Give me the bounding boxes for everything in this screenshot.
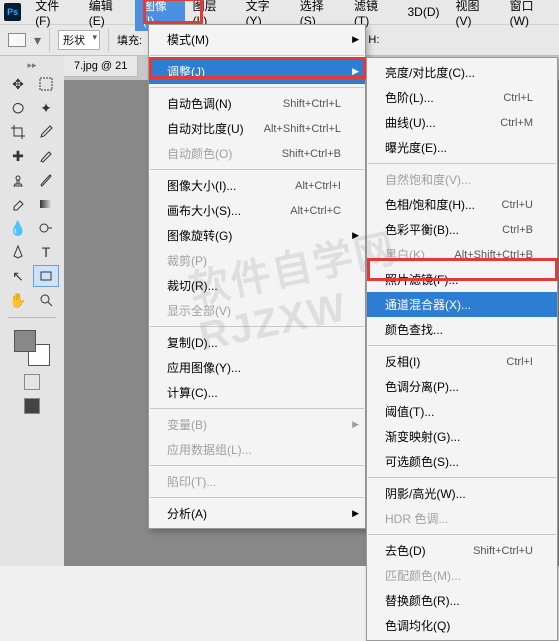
gradient-tool[interactable] xyxy=(33,193,59,215)
menu-image-size[interactable]: 图像大小(I)...Alt+Ctrl+I xyxy=(149,173,365,198)
quickmask-icon[interactable] xyxy=(24,374,40,390)
adj-curves[interactable]: 曲线(U)...Ctrl+M xyxy=(367,110,557,135)
menu-duplicate[interactable]: 复制(D)... xyxy=(149,330,365,355)
menu-auto-tone[interactable]: 自动色调(N)Shift+Ctrl+L xyxy=(149,91,365,116)
adj-selective-color[interactable]: 可选颜色(S)... xyxy=(367,449,557,474)
height-label: H: xyxy=(368,34,379,46)
menu-trap[interactable]: 陷印(T)... xyxy=(149,469,365,494)
crop-tool[interactable] xyxy=(5,121,31,143)
menu-file[interactable]: 文件(F) xyxy=(27,0,81,31)
menu-calculations[interactable]: 计算(C)... xyxy=(149,380,365,405)
adj-photo-filter[interactable]: 照片滤镜(F)... xyxy=(367,267,557,292)
menu-auto-color[interactable]: 自动颜色(O)Shift+Ctrl+B xyxy=(149,141,365,166)
app-icon: Ps xyxy=(4,3,21,21)
menu-trim[interactable]: 裁切(R)... xyxy=(149,273,365,298)
wand-tool[interactable]: ✦ xyxy=(33,97,59,119)
foreground-color[interactable] xyxy=(14,330,36,352)
adj-levels[interactable]: 色阶(L)...Ctrl+L xyxy=(367,85,557,110)
menu-view[interactable]: 视图(V) xyxy=(447,0,501,31)
eyedropper-tool[interactable] xyxy=(33,121,59,143)
menu-variables[interactable]: 变量(B)▶ xyxy=(149,412,365,437)
adj-posterize[interactable]: 色调分离(P)... xyxy=(367,374,557,399)
screenmode-icon[interactable] xyxy=(24,398,40,414)
stamp-tool[interactable] xyxy=(5,169,31,191)
adj-replace-color[interactable]: 替换颜色(R)... xyxy=(367,588,557,613)
type-tool[interactable]: T xyxy=(33,241,59,263)
menu-apply-data[interactable]: 应用数据组(L)... xyxy=(149,437,365,462)
menu-crop[interactable]: 裁剪(P) xyxy=(149,248,365,273)
adj-hdr[interactable]: HDR 色调... xyxy=(367,506,557,531)
tools-panel: ▸▸ ✥ ✦ ✚ 💧 T xyxy=(0,56,64,566)
adj-color-balance[interactable]: 色彩平衡(B)...Ctrl+B xyxy=(367,217,557,242)
adjustments-submenu: 亮度/对比度(C)... 色阶(L)...Ctrl+L 曲线(U)...Ctrl… xyxy=(366,57,558,641)
marquee-tool[interactable] xyxy=(33,73,59,95)
adj-color-lookup[interactable]: 颜色查找... xyxy=(367,317,557,342)
menu-3d[interactable]: 3D(D) xyxy=(399,2,447,22)
menu-canvas-size[interactable]: 画布大小(S)...Alt+Ctrl+C xyxy=(149,198,365,223)
menu-mode[interactable]: 模式(M)▶ xyxy=(149,27,365,52)
move-tool[interactable]: ✥ xyxy=(5,73,31,95)
adj-vibrance[interactable]: 自然饱和度(V)... xyxy=(367,167,557,192)
adj-desaturate[interactable]: 去色(D)Shift+Ctrl+U xyxy=(367,538,557,563)
adj-bw[interactable]: 黑白(K)...Alt+Shift+Ctrl+B xyxy=(367,242,557,267)
menu-auto-contrast[interactable]: 自动对比度(U)Alt+Shift+Ctrl+L xyxy=(149,116,365,141)
adj-invert[interactable]: 反相(I)Ctrl+I xyxy=(367,349,557,374)
separator xyxy=(108,28,109,52)
menubar: Ps 文件(F) 编辑(E) 图像(I) 图层(L) 文字(Y) 选择(S) 滤… xyxy=(0,0,559,24)
menu-image-rotation[interactable]: 图像旋转(G)▶ xyxy=(149,223,365,248)
color-swatches[interactable] xyxy=(14,330,50,366)
adj-hue[interactable]: 色相/饱和度(H)...Ctrl+U xyxy=(367,192,557,217)
mode-dropdown[interactable]: 形状 xyxy=(58,30,100,50)
chevron-down-icon[interactable]: ▾ xyxy=(34,32,41,49)
lasso-tool[interactable] xyxy=(5,97,31,119)
menu-edit[interactable]: 编辑(E) xyxy=(81,0,135,31)
heal-tool[interactable]: ✚ xyxy=(5,145,31,167)
brush-tool[interactable] xyxy=(33,145,59,167)
adj-gradient-map[interactable]: 渐变映射(G)... xyxy=(367,424,557,449)
menu-reveal-all[interactable]: 显示全部(V) xyxy=(149,298,365,323)
rectangle-tool[interactable] xyxy=(33,265,59,287)
blur-tool[interactable]: 💧 xyxy=(5,217,31,239)
menu-window[interactable]: 窗口(W) xyxy=(502,0,559,31)
document-tab[interactable]: 7.jpg @ 21 xyxy=(64,56,138,77)
zoom-tool[interactable] xyxy=(33,289,59,311)
adj-equalize[interactable]: 色调均化(Q) xyxy=(367,613,557,638)
history-brush-tool[interactable] xyxy=(33,169,59,191)
dodge-tool[interactable] xyxy=(33,217,59,239)
adj-match-color[interactable]: 匹配颜色(M)... xyxy=(367,563,557,588)
adj-threshold[interactable]: 阈值(T)... xyxy=(367,399,557,424)
tool-preset-icon[interactable] xyxy=(8,33,26,47)
adj-brightness[interactable]: 亮度/对比度(C)... xyxy=(367,60,557,85)
menu-adjustments[interactable]: 调整(J)▶ xyxy=(149,59,365,84)
adj-channel-mixer[interactable]: 通道混合器(X)... xyxy=(367,292,557,317)
separator xyxy=(49,28,50,52)
hand-tool[interactable]: ✋ xyxy=(5,289,31,311)
fill-label: 填充: xyxy=(117,32,142,48)
adj-shadows[interactable]: 阴影/高光(W)... xyxy=(367,481,557,506)
eraser-tool[interactable] xyxy=(5,193,31,215)
pen-tool[interactable] xyxy=(5,241,31,263)
menu-apply-image[interactable]: 应用图像(Y)... xyxy=(149,355,365,380)
adj-exposure[interactable]: 曝光度(E)... xyxy=(367,135,557,160)
image-menu-dropdown: 模式(M)▶ 调整(J)▶ 自动色调(N)Shift+Ctrl+L 自动对比度(… xyxy=(148,24,366,529)
path-select-tool[interactable]: ↖ xyxy=(5,265,31,287)
menu-analysis[interactable]: 分析(A)▶ xyxy=(149,501,365,526)
